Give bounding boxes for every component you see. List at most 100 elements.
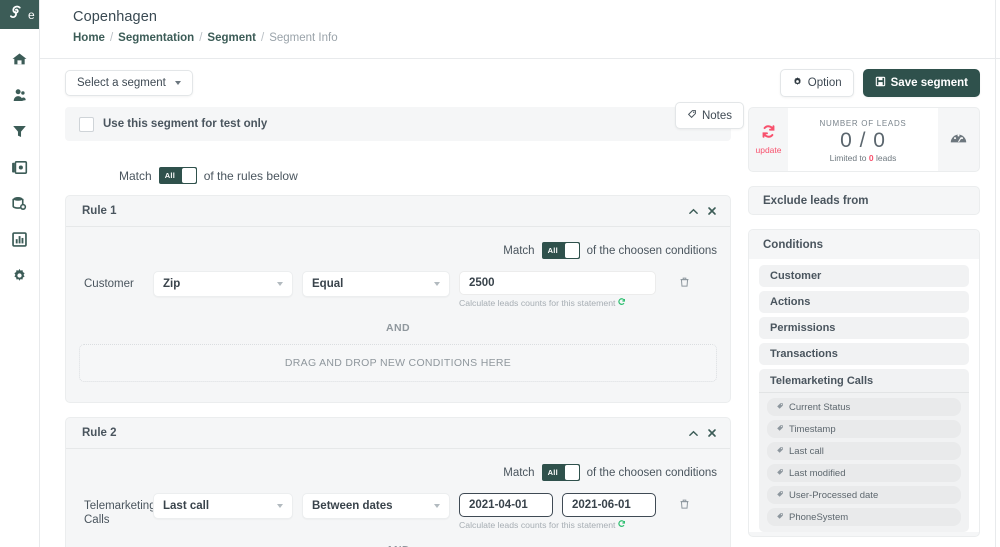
update-label: update <box>756 145 782 155</box>
condition-row: Customer Zip Equal <box>79 264 717 308</box>
leads-gauge-button[interactable] <box>938 108 979 171</box>
rule-header: Rule 1 <box>66 196 730 227</box>
rule-header-icons <box>688 428 717 439</box>
chevron-down-icon <box>434 504 440 508</box>
breadcrumb-separator: / <box>199 32 202 44</box>
calculate-leads-hint[interactable]: Calculate leads counts for this statemen… <box>459 520 690 530</box>
leads-limit-suffix: leads <box>876 153 896 163</box>
floppy-disk-icon <box>875 76 886 90</box>
people-icon <box>11 87 28 104</box>
condition-date-to-input[interactable] <box>562 493 656 517</box>
save-segment-label: Save segment <box>891 77 968 89</box>
condition-item-last-modified[interactable]: Last modified <box>767 464 961 482</box>
breadcrumb-item-segmentation[interactable]: Segmentation <box>118 32 194 44</box>
condition-items-list: Current Status Timestamp <box>759 393 969 526</box>
condition-group-transactions[interactable]: Transactions <box>759 343 969 365</box>
leads-limit: Limited to 0 leads <box>830 153 897 163</box>
match-rules-toggle[interactable]: All <box>159 167 197 184</box>
refresh-icon <box>761 124 776 144</box>
page-divider <box>995 0 996 547</box>
match-conditions-toggle[interactable]: All <box>542 242 580 259</box>
breadcrumb-item-home[interactable]: Home <box>73 32 105 44</box>
condition-field-value: Last call <box>163 500 209 512</box>
condition-item-timestamp[interactable]: Timestamp <box>767 420 961 438</box>
condition-item-last-call[interactable]: Last call <box>767 442 961 460</box>
condition-item-phonesystem[interactable]: PhoneSystem <box>767 508 961 526</box>
sidebar-item-home[interactable] <box>0 41 39 77</box>
leads-caption: NUMBER OF LEADS <box>820 119 907 128</box>
condition-operator-value: Equal <box>312 278 343 290</box>
condition-dropzone[interactable]: DRAG AND DROP NEW CONDITIONS HERE <box>79 344 717 382</box>
leads-counter-card: update NUMBER OF LEADS 0 / 0 Limited to … <box>748 107 980 172</box>
condition-field-select[interactable]: Zip <box>153 271 293 297</box>
sidebar-item-leads[interactable] <box>0 77 39 113</box>
condition-group-actions[interactable]: Actions <box>759 291 969 313</box>
condition-field-value: Zip <box>163 278 180 290</box>
and-separator: AND <box>79 308 717 344</box>
condition-field-select[interactable]: Last call <box>153 493 293 519</box>
option-button[interactable]: Option <box>780 69 854 97</box>
bar-chart-icon <box>11 231 28 248</box>
save-segment-button[interactable]: Save segment <box>863 69 980 97</box>
condition-group-header[interactable]: Telemarketing Calls <box>759 369 969 393</box>
breadcrumb-item-segment[interactable]: Segment <box>207 32 256 44</box>
match-conditions-toggle[interactable]: All <box>542 464 580 481</box>
condition-item-user-processed-date[interactable]: User-Processed date <box>767 486 961 504</box>
condition-category-label: Customer <box>84 271 144 291</box>
chevron-up-icon[interactable] <box>688 428 699 439</box>
match-rules-prefix: Match <box>119 169 152 183</box>
rule-body: Match All of the choosen conditions Tele… <box>66 449 730 547</box>
conditions-panel-body: Customer Actions Permissions Transaction… <box>749 259 979 532</box>
delete-condition-button[interactable] <box>679 497 690 515</box>
sidebar-nav <box>0 29 39 293</box>
leads-counter-body: NUMBER OF LEADS 0 / 0 Limited to 0 leads <box>788 108 938 171</box>
update-leads-button[interactable]: update <box>749 108 788 171</box>
condition-value-area: Calculate leads counts for this statemen… <box>459 493 690 530</box>
condition-group-permissions[interactable]: Permissions <box>759 317 969 339</box>
app-logo[interactable]: e <box>0 0 39 29</box>
test-only-checkbox[interactable] <box>79 117 94 132</box>
condition-group-customer[interactable]: Customer <box>759 265 969 287</box>
condition-date-from-input[interactable] <box>459 493 553 517</box>
condition-item-label: PhoneSystem <box>789 512 848 523</box>
conditions-panel: Conditions Customer Actions Permissions … <box>748 229 980 537</box>
match-rules-suffix: of the rules below <box>204 169 298 183</box>
chevron-down-icon <box>434 282 440 286</box>
notes-button[interactable]: Notes <box>675 102 744 129</box>
condition-value-inputs <box>459 271 690 295</box>
tag-icon <box>687 109 697 122</box>
sidebar-item-campaigns[interactable] <box>0 149 39 185</box>
rule-header: Rule 2 <box>66 418 730 449</box>
chevron-up-icon[interactable] <box>688 206 699 217</box>
condition-operator-select[interactable]: Between dates <box>302 493 450 519</box>
sidebar-item-segmentation[interactable] <box>0 113 39 149</box>
sidebar-item-settings[interactable] <box>0 257 39 293</box>
segment-select-dropdown[interactable]: Select a segment <box>65 70 193 96</box>
condition-item-label: Last call <box>789 446 824 457</box>
leads-value: 0 / 0 <box>840 128 886 153</box>
main-content: Copenhagen Home / Segmentation / Segment… <box>40 0 1000 547</box>
test-only-strip: Use this segment for test only Notes <box>65 107 731 141</box>
close-icon[interactable] <box>707 206 717 216</box>
tag-icon <box>776 512 784 523</box>
sidebar-item-reports[interactable] <box>0 185 39 221</box>
condition-group-label: Transactions <box>770 348 838 360</box>
tag-icon <box>776 468 784 479</box>
sidebar-item-statistics[interactable] <box>0 221 39 257</box>
rules-column: Use this segment for test only Notes Mat… <box>65 107 731 547</box>
match-rules-toggle-value: All <box>159 171 175 180</box>
condition-value-input[interactable] <box>459 271 656 295</box>
condition-operator-select[interactable]: Equal <box>302 271 450 297</box>
delete-condition-button[interactable] <box>679 275 690 293</box>
close-icon[interactable] <box>707 428 717 438</box>
condition-group-label: Telemarketing Calls <box>770 375 873 387</box>
condition-item-current-status[interactable]: Current Status <box>767 398 961 416</box>
funnel-icon <box>11 123 28 140</box>
breadcrumb-item-segment-info: Segment Info <box>269 32 337 44</box>
gear-icon <box>11 267 28 284</box>
chevron-down-icon <box>277 282 283 286</box>
exclude-leads-title: Exclude leads from <box>749 187 979 214</box>
exclude-leads-card[interactable]: Exclude leads from <box>748 186 980 215</box>
media-icon <box>11 159 28 176</box>
calculate-leads-hint[interactable]: Calculate leads counts for this statemen… <box>459 298 690 308</box>
